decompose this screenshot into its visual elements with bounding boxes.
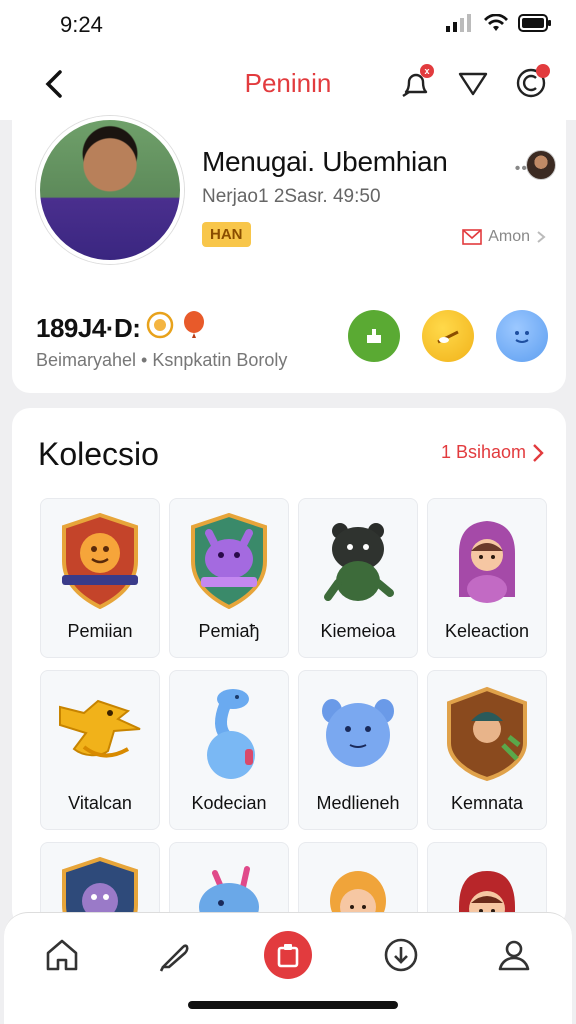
heart-outline-icon [458,72,488,96]
collection-item-label: Pemiaђ [198,621,260,641]
wifi-icon [484,13,508,37]
collection-item-label: Medlieneh [316,793,400,813]
nav-create[interactable] [264,931,312,979]
dark-bear-icon [312,511,404,611]
download-icon [384,938,418,972]
profile-avatar[interactable] [36,116,184,264]
collection-item[interactable]: Medlieneh [298,670,418,830]
thumb-icon [367,329,381,343]
nav-explore[interactable] [151,931,199,979]
blue-hippo-icon [312,683,404,783]
collection-item[interactable]: Keleaction [427,498,547,658]
battery-icon [518,14,552,37]
shield-sun-icon [54,511,146,611]
stats-value-row: 189J4·D: [36,310,208,347]
collection-item-label: Keleaction [444,621,530,641]
profile-subline: Nerjao1 2Sasr. 49:50 [202,186,381,207]
home-icon [46,939,78,971]
smile-emoji-icon [515,331,529,343]
status-badge: HAN [202,222,251,247]
collection-item[interactable]: Pemiaђ [169,498,289,658]
nav-downloads[interactable] [377,931,425,979]
collection-item[interactable]: Vitalcan [40,670,160,830]
yellow-dragon-icon [54,683,146,783]
stats-value: 189J4·D: [36,313,141,343]
laugh-emoji-icon [437,330,459,344]
stats-subtitle: Beimaryahel • Ksnpkatin Boroly [36,350,288,370]
reaction-row [348,310,548,362]
blue-seal-icon [183,683,275,783]
collection-section: Kolecsio 1 Bsihaom Pemiian Pemiaђ Kiemei… [12,408,566,1002]
friend-avatar[interactable] [526,150,556,180]
signal-icon [446,14,474,37]
profile-card: Menugai. Ubemhian •• Nerjao1 2Sasr. 49:5… [12,100,566,393]
user-icon [498,940,530,971]
blue-emoji-button[interactable] [496,310,548,362]
see-all-link[interactable]: 1 Bsihaom [441,442,544,463]
collection-item[interactable]: Pemiian [40,498,160,658]
shield-creature-icon [183,511,275,611]
collection-item-label: Kemnata [450,793,524,813]
settings-button[interactable] [512,64,550,102]
balloon-icon [180,310,208,347]
feather-icon [159,944,189,972]
collection-item[interactable]: Kiemeioa [298,498,418,658]
see-all-label: 1 Bsihaom [440,442,526,462]
nav-profile[interactable] [490,931,538,979]
bottom-navigation [4,912,572,1024]
home-indicator [188,1001,398,1009]
clipboard-icon [277,944,299,968]
filter-button[interactable] [454,64,492,102]
status-icons [446,13,552,37]
header-actions: x [396,64,550,102]
chevron-right-icon [533,443,544,462]
bottom-nav-items [38,931,538,979]
collection-item-label: Kodeсian [191,793,267,813]
nav-home[interactable] [38,931,86,979]
notifications-button[interactable]: x [396,64,434,102]
yellow-emoji-button[interactable] [422,310,474,362]
collection-item[interactable]: Kemnata [427,670,547,830]
framed-hero-icon [441,683,533,783]
green-thumb-button[interactable] [348,310,400,362]
collection-item-label: Kiemeioa [320,621,396,641]
profile-action-label: Amon [488,228,530,245]
coin-icon [146,311,174,346]
collection-item-label: Vitalcan [68,793,132,813]
notification-badge: x [420,64,434,78]
status-bar: 9:24 [0,0,576,50]
collection-item[interactable]: Kodeсian [169,670,289,830]
collection-title: Kolecsio [38,436,159,472]
mail-icon [462,229,483,245]
profile-action-link[interactable]: Amon [462,228,546,246]
collection-item-label: Pemiian [67,621,133,641]
girl-hood-icon [441,511,533,611]
profile-name: Menugai. Ubemhian [202,146,448,177]
settings-alert-dot [536,64,550,78]
chevron-right-icon [537,231,546,243]
status-time: 9:24 [60,12,103,37]
